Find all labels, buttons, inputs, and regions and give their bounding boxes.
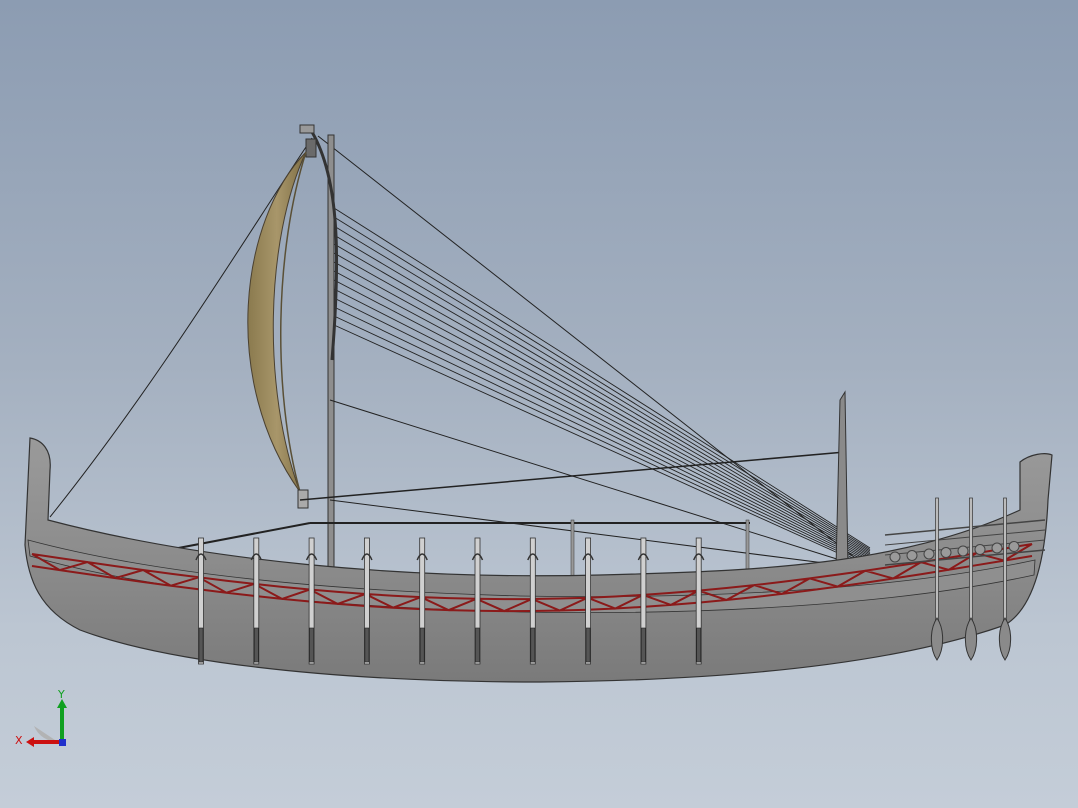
x-axis-label: X — [15, 734, 23, 747]
ship-model[interactable] — [0, 0, 1078, 808]
sheet-line — [333, 315, 871, 567]
sheet-line — [333, 216, 871, 550]
aft-rail-ring — [974, 544, 986, 555]
sheet-line — [333, 270, 871, 559]
view-triad[interactable]: X Y — [14, 686, 74, 752]
aft-rail-ring — [957, 545, 969, 557]
sail — [247, 151, 307, 493]
sheet-line — [333, 252, 871, 556]
sheet-line — [333, 234, 871, 553]
x-axis-head — [26, 737, 34, 747]
triad-arc — [34, 726, 58, 742]
aft-post — [835, 390, 849, 571]
sheet-line — [333, 288, 871, 562]
aft-rail-ring — [923, 548, 935, 560]
aft-rail-ring — [889, 551, 901, 563]
mast-head-block — [299, 124, 315, 134]
sheet-line — [333, 279, 871, 561]
rail-post — [570, 519, 575, 579]
z-axis-dot — [59, 739, 66, 746]
sheet-line — [333, 324, 871, 568]
sheet-line — [333, 261, 871, 558]
y-axis-label: Y — [57, 688, 65, 701]
aft-rail-ring — [991, 542, 1003, 554]
rail-post — [745, 519, 750, 576]
aft-rail-ring — [906, 550, 918, 561]
sheet-line — [333, 207, 871, 549]
sheet-lines — [333, 207, 871, 568]
aft-rail-ring — [1008, 541, 1020, 552]
backstay-line — [317, 135, 869, 569]
sheet-line — [333, 243, 871, 555]
graphics-viewport[interactable]: X Y — [0, 0, 1078, 808]
aft-rail-ring — [940, 547, 952, 558]
sheet-line — [333, 306, 871, 565]
mast-head-box — [305, 138, 317, 158]
sheet-line — [333, 225, 871, 552]
